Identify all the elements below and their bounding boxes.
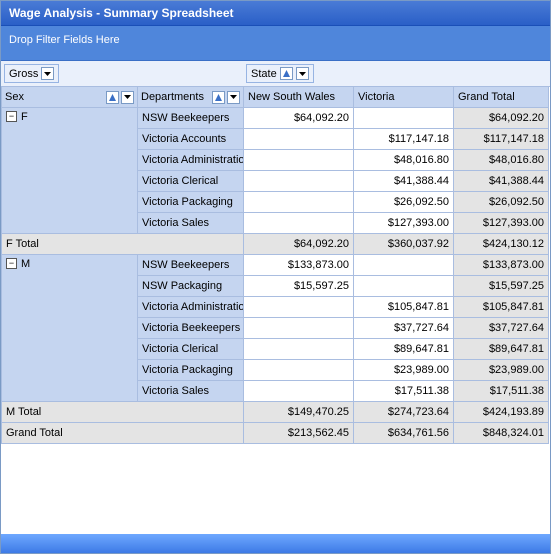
dept-label[interactable]: Victoria Administration <box>138 150 244 171</box>
field-label: Departments <box>141 91 204 103</box>
window-title: Wage Analysis - Summary Spreadsheet <box>1 1 550 26</box>
dropdown-icon[interactable] <box>121 91 134 104</box>
dept-label[interactable]: NSW Beekeepers <box>138 255 244 276</box>
grandtotal-label[interactable]: Grand Total <box>2 423 244 444</box>
cell-gt[interactable]: $64,092.20 <box>454 108 549 129</box>
pivot-grid: Sex Departments New South Wales Victoria… <box>1 87 550 444</box>
cell-gt[interactable]: $127,393.00 <box>454 213 549 234</box>
group-label: M <box>21 258 30 270</box>
field-label: Gross <box>9 68 38 80</box>
cell-gt[interactable]: $133,873.00 <box>454 255 549 276</box>
dept-label[interactable]: Victoria Packaging <box>138 192 244 213</box>
dept-label[interactable]: Victoria Administration <box>138 297 244 318</box>
cell-vic[interactable]: $23,989.00 <box>354 360 454 381</box>
cell-vic[interactable]: $37,727.64 <box>354 318 454 339</box>
cell-gt[interactable]: $23,989.00 <box>454 360 549 381</box>
cell-vic[interactable]: $89,647.81 <box>354 339 454 360</box>
cell-nsw[interactable] <box>244 150 354 171</box>
cell-gt[interactable]: $89,647.81 <box>454 339 549 360</box>
dropdown-icon[interactable] <box>296 67 309 80</box>
cell-vic[interactable]: $127,393.00 <box>354 213 454 234</box>
sort-icon[interactable] <box>106 91 119 104</box>
subtotal-vic[interactable]: $360,037.92 <box>354 234 454 255</box>
subtotal-label[interactable]: F Total <box>2 234 244 255</box>
cell-gt[interactable]: $48,016.80 <box>454 150 549 171</box>
cell-vic[interactable] <box>354 108 454 129</box>
cell-nsw[interactable] <box>244 192 354 213</box>
cell-nsw[interactable] <box>244 297 354 318</box>
dropdown-icon[interactable] <box>227 91 240 104</box>
cell-vic[interactable] <box>354 276 454 297</box>
collapse-icon[interactable]: − <box>6 258 17 269</box>
cell-vic[interactable]: $26,092.50 <box>354 192 454 213</box>
collapse-icon[interactable]: − <box>6 111 17 122</box>
cell-vic[interactable]: $117,147.18 <box>354 129 454 150</box>
cell-vic[interactable] <box>354 255 454 276</box>
grandtotal-gt[interactable]: $848,324.01 <box>454 423 549 444</box>
cell-nsw[interactable] <box>244 129 354 150</box>
dept-label[interactable]: Victoria Clerical <box>138 339 244 360</box>
col-header-nsw[interactable]: New South Wales <box>244 87 354 108</box>
cell-nsw[interactable] <box>244 171 354 192</box>
cell-gt[interactable]: $117,147.18 <box>454 129 549 150</box>
group-cell-F[interactable]: −F <box>2 108 138 234</box>
cell-nsw[interactable] <box>244 318 354 339</box>
cell-nsw[interactable] <box>244 381 354 402</box>
dept-label[interactable]: Victoria Clerical <box>138 171 244 192</box>
subtotal-vic[interactable]: $274,723.64 <box>354 402 454 423</box>
sort-icon[interactable] <box>212 91 225 104</box>
cell-nsw[interactable] <box>244 339 354 360</box>
cell-nsw[interactable] <box>244 360 354 381</box>
subtotal-nsw[interactable]: $64,092.20 <box>244 234 354 255</box>
row-field-sex[interactable]: Sex <box>2 87 138 108</box>
dept-label[interactable]: NSW Packaging <box>138 276 244 297</box>
dept-label[interactable]: Victoria Sales <box>138 213 244 234</box>
cell-vic[interactable]: $48,016.80 <box>354 150 454 171</box>
col-header-grandtotal[interactable]: Grand Total <box>454 87 549 108</box>
group-label: F <box>21 111 28 123</box>
col-header-vic[interactable]: Victoria <box>354 87 454 108</box>
cell-gt[interactable]: $26,092.50 <box>454 192 549 213</box>
group-cell-M[interactable]: −M <box>2 255 138 402</box>
filter-drop-area[interactable]: Drop Filter Fields Here <box>1 26 550 61</box>
row-field-departments[interactable]: Departments <box>138 87 244 108</box>
subtotal-label[interactable]: M Total <box>2 402 244 423</box>
cell-vic[interactable]: $41,388.44 <box>354 171 454 192</box>
column-field-state[interactable]: State <box>246 64 314 83</box>
grandtotal-vic[interactable]: $634,761.56 <box>354 423 454 444</box>
cell-nsw[interactable] <box>244 213 354 234</box>
sort-icon[interactable] <box>280 67 293 80</box>
cell-vic[interactable]: $17,511.38 <box>354 381 454 402</box>
field-label: State <box>251 68 277 80</box>
grandtotal-nsw[interactable]: $213,562.45 <box>244 423 354 444</box>
dept-label[interactable]: Victoria Packaging <box>138 360 244 381</box>
dept-label[interactable]: Victoria Beekeepers <box>138 318 244 339</box>
cell-gt[interactable]: $15,597.25 <box>454 276 549 297</box>
dept-label[interactable]: NSW Beekeepers <box>138 108 244 129</box>
subtotal-nsw[interactable]: $149,470.25 <box>244 402 354 423</box>
data-column-field-row: Gross State <box>1 61 550 87</box>
dept-label[interactable]: Victoria Accounts <box>138 129 244 150</box>
cell-vic[interactable]: $105,847.81 <box>354 297 454 318</box>
dept-label[interactable]: Victoria Sales <box>138 381 244 402</box>
dropdown-icon[interactable] <box>41 67 54 80</box>
cell-gt[interactable]: $37,727.64 <box>454 318 549 339</box>
cell-nsw[interactable]: $133,873.00 <box>244 255 354 276</box>
subtotal-gt[interactable]: $424,130.12 <box>454 234 549 255</box>
cell-nsw[interactable]: $64,092.20 <box>244 108 354 129</box>
data-field-gross[interactable]: Gross <box>4 64 59 83</box>
field-label: Sex <box>5 91 24 103</box>
cell-nsw[interactable]: $15,597.25 <box>244 276 354 297</box>
cell-gt[interactable]: $17,511.38 <box>454 381 549 402</box>
cell-gt[interactable]: $41,388.44 <box>454 171 549 192</box>
footer-bar <box>1 533 550 553</box>
cell-gt[interactable]: $105,847.81 <box>454 297 549 318</box>
subtotal-gt[interactable]: $424,193.89 <box>454 402 549 423</box>
